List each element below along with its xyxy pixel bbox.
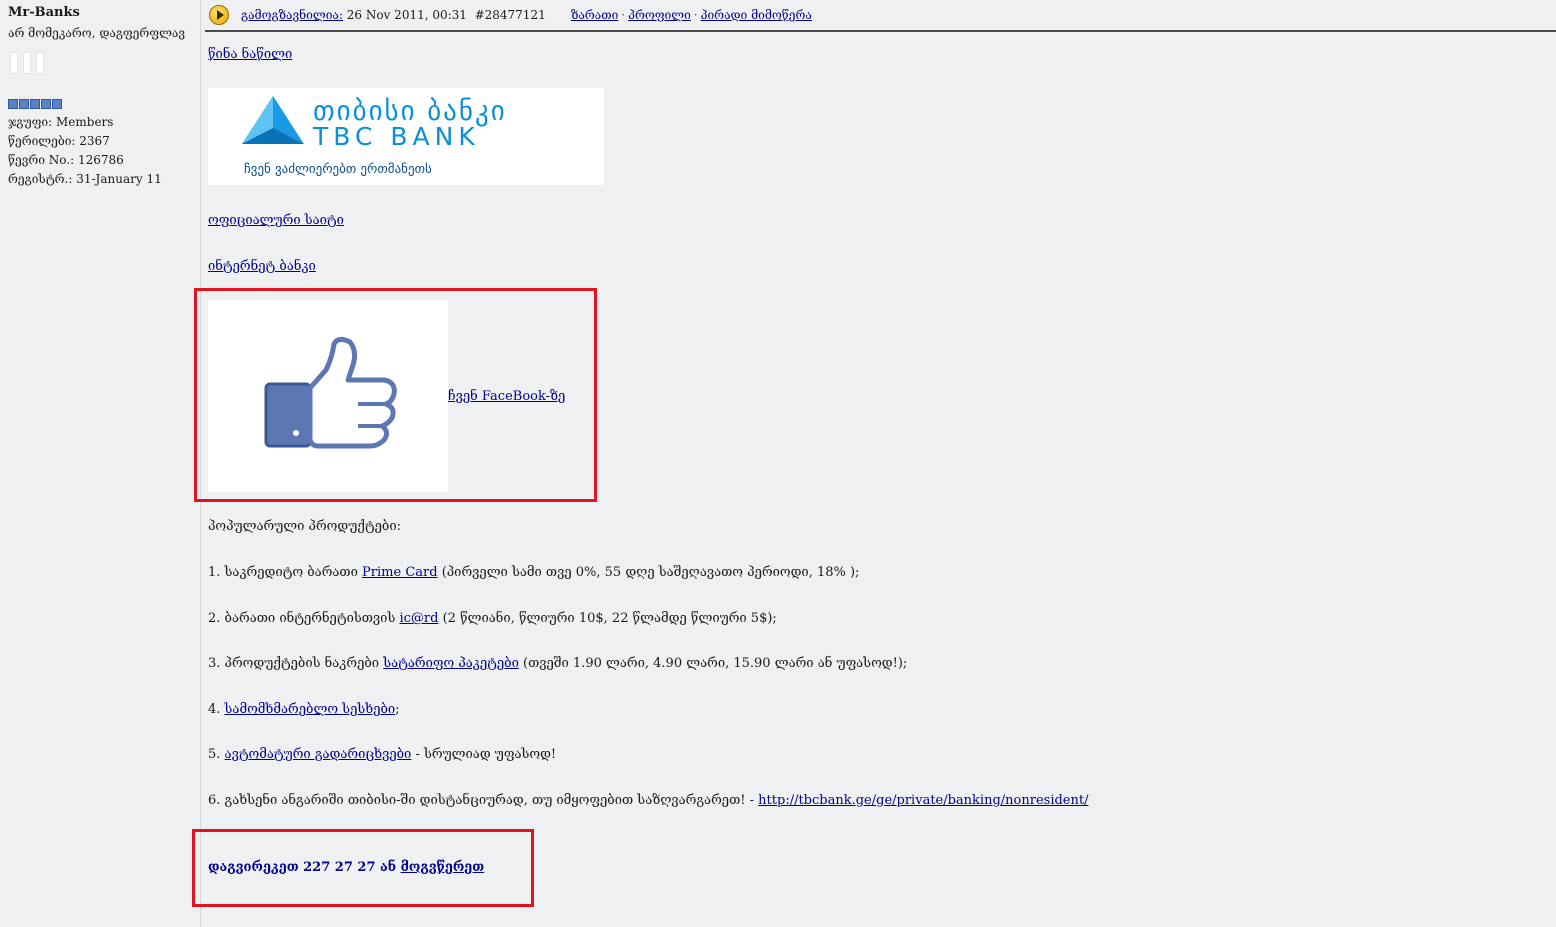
user-member-no: წევრი No.: 126786 xyxy=(8,153,124,167)
user-group: ჯგუფი: Members xyxy=(8,115,114,129)
facebook-like-image[interactable] xyxy=(208,300,448,492)
product-link-5[interactable]: ავტომატური გადარიცხვები xyxy=(225,747,412,762)
avatar-placeholder xyxy=(10,52,44,74)
product-link-1[interactable]: Prime Card xyxy=(362,565,438,580)
product-item-2: 2. ბარათი ინტერნეტისთვის ic@rd (2 წლიანი… xyxy=(208,611,777,626)
contact-text: დაგვირეკეთ 227 27 27 ან xyxy=(208,860,401,875)
contact-line: დაგვირეკეთ 227 27 27 ან მოგვწერეთ xyxy=(208,860,484,875)
user-posts: წერილები: 2367 xyxy=(8,134,110,148)
product-item-6: 6. გახსენი ანგარიში თიბისი-ში დისტანციურ… xyxy=(208,793,1089,808)
post-header: გამოგზავნილია: 26 Nov 2011, 00:31 #28477… xyxy=(205,4,1556,32)
post-meta: გამოგზავნილია: 26 Nov 2011, 00:31 #28477… xyxy=(241,8,546,22)
product-link-3[interactable]: სატარიფო პაკეტები xyxy=(383,656,519,671)
product-link-2[interactable]: ic@rd xyxy=(399,611,438,626)
product-item-1: 1. საკრედიტო ბარათი Prime Card (პირველი … xyxy=(208,565,860,580)
write-us-link[interactable]: მოგვწერეთ xyxy=(401,860,485,875)
tbc-logo-en: TBC BANK xyxy=(313,122,480,151)
product-item-3: 3. პროდუქტების ნაკრები სატარიფო პაკეტები… xyxy=(208,656,908,671)
official-site-link[interactable]: ოფიციალური საიტი xyxy=(208,213,344,228)
rank-pips xyxy=(8,99,62,109)
facebook-link[interactable]: ჩვენ FaceBook-ზე xyxy=(448,389,565,404)
product-link-6[interactable]: http://tbcbank.ge/ge/private/banking/non… xyxy=(758,793,1088,808)
post-header-links: ზარათი · პროფილი · პირადი მიმოწერა xyxy=(571,8,812,22)
header-link-0[interactable]: ზარათი xyxy=(571,8,618,22)
internet-bank-link[interactable]: ინტერნეტ ბანკი xyxy=(208,259,316,274)
popular-products-title: პოპულარული პროდუქტები: xyxy=(208,519,402,534)
header-link-1[interactable]: პროფილი xyxy=(628,8,691,22)
arrow-right-icon[interactable] xyxy=(209,5,229,25)
product-item-4: 4. სამომხმარებლო სესხები; xyxy=(208,702,400,717)
prev-part-link[interactable]: წინა ნაწილი xyxy=(208,47,292,62)
tbc-logo[interactable]: თიბისი ბანკი TBC BANK ჩვენ ვაძლიერებთ ერ… xyxy=(208,88,604,185)
post-id: #28477121 xyxy=(474,8,546,22)
user-stats: ჯგუფი: Members წერილები: 2367 წევრი No.:… xyxy=(8,113,162,189)
user-registered: რეგისტრ.: 31-January 11 xyxy=(8,172,162,186)
post-date: 26 Nov 2011, 00:31 xyxy=(346,8,467,22)
post-main: გამოგზავნილია: 26 Nov 2011, 00:31 #28477… xyxy=(192,0,1556,927)
thumbs-up-icon xyxy=(264,336,397,449)
tbc-slogan: ჩვენ ვაძლიერებთ ერთმანეთს xyxy=(244,162,432,177)
product-link-4[interactable]: სამომხმარებლო სესხები xyxy=(225,702,396,717)
header-link-2[interactable]: პირადი მიმოწერა xyxy=(701,8,812,22)
product-item-5: 5. ავტომატური გადარიცხვები - სრულიად უფა… xyxy=(208,747,557,762)
tbc-triangle-icon xyxy=(242,96,304,144)
username[interactable]: Mr-Banks xyxy=(8,5,80,20)
user-title: არ მომეკარო, დაგფერფლავ xyxy=(8,26,186,40)
sent-label[interactable]: გამოგზავნილია: xyxy=(241,8,343,22)
user-sidebar: Mr-Banks არ მომეკარო, დაგფერფლავ ჯგუფი: … xyxy=(0,0,201,927)
